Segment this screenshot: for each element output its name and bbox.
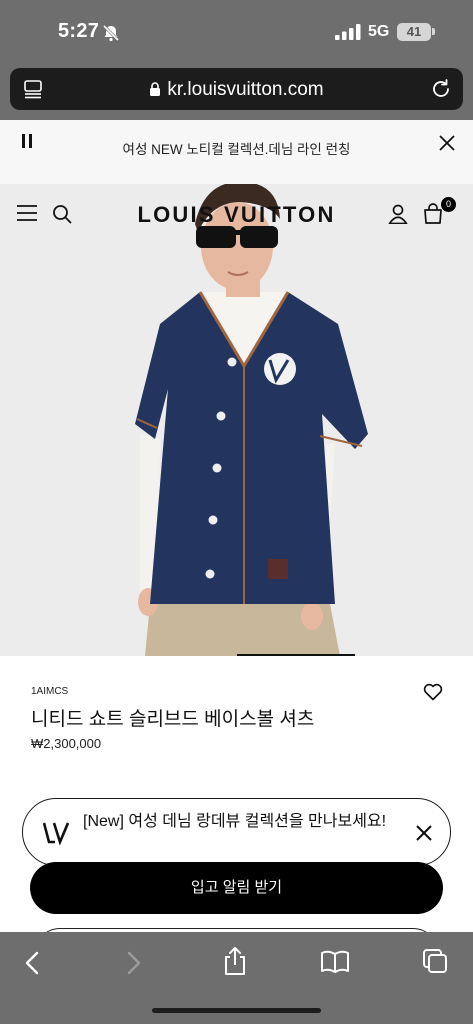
product-price: ₩2,300,000 xyxy=(31,736,102,751)
address-bar[interactable]: kr.louisvuitton.com xyxy=(10,68,463,110)
signal-icon xyxy=(335,24,361,40)
url-display[interactable]: kr.louisvuitton.com xyxy=(10,79,463,101)
toast-message[interactable]: [New] 여성 데님 랑데뷰 컬렉션을 만나보세요! xyxy=(83,811,403,833)
status-time: 5:27 xyxy=(58,20,100,42)
lock-icon xyxy=(150,82,161,96)
tabs-icon[interactable] xyxy=(422,948,448,974)
url-text: kr.louisvuitton.com xyxy=(167,79,324,100)
bookmarks-icon[interactable] xyxy=(320,950,350,974)
product-photo xyxy=(0,184,473,656)
battery-tip xyxy=(432,28,435,35)
network-type: 5G xyxy=(368,23,390,40)
product-name: 니티드 쇼트 슬리브드 베이스볼 셔츠 xyxy=(31,709,315,730)
site-header: LOUIS VUITTON 0 xyxy=(0,184,473,244)
bell-slash-icon xyxy=(102,24,120,42)
reload-icon[interactable] xyxy=(429,77,453,101)
account-icon[interactable] xyxy=(388,204,408,224)
battery-indicator: 41 xyxy=(397,23,431,41)
announcement-text[interactable]: 여성 NEW 노티컬 컬렉션.데님 라인 런칭 xyxy=(0,138,473,158)
heart-icon[interactable] xyxy=(423,683,443,701)
bag-count-badge: 0 xyxy=(441,197,456,212)
close-icon[interactable] xyxy=(439,135,455,151)
promo-toast[interactable]: [New] 여성 데님 랑데뷰 컬렉션을 만나보세요! xyxy=(22,798,451,866)
notify-restock-button[interactable]: 입고 알림 받기 xyxy=(30,862,443,914)
share-icon[interactable] xyxy=(222,946,248,976)
status-bar: 5:27 5G 41 xyxy=(0,0,473,64)
back-icon[interactable] xyxy=(22,950,42,976)
lv-logo-icon xyxy=(43,822,69,845)
product-hero-image[interactable] xyxy=(0,184,473,656)
browser-toolbar xyxy=(0,932,473,1024)
bag-icon[interactable] xyxy=(423,203,443,224)
home-indicator xyxy=(152,1008,321,1013)
announcement-banner: 여성 NEW 노티컬 컬렉션.데님 라인 런칭 xyxy=(0,120,473,184)
product-sku: 1AIMCS xyxy=(31,686,69,697)
forward-icon[interactable] xyxy=(124,950,144,976)
close-icon[interactable] xyxy=(416,825,432,841)
